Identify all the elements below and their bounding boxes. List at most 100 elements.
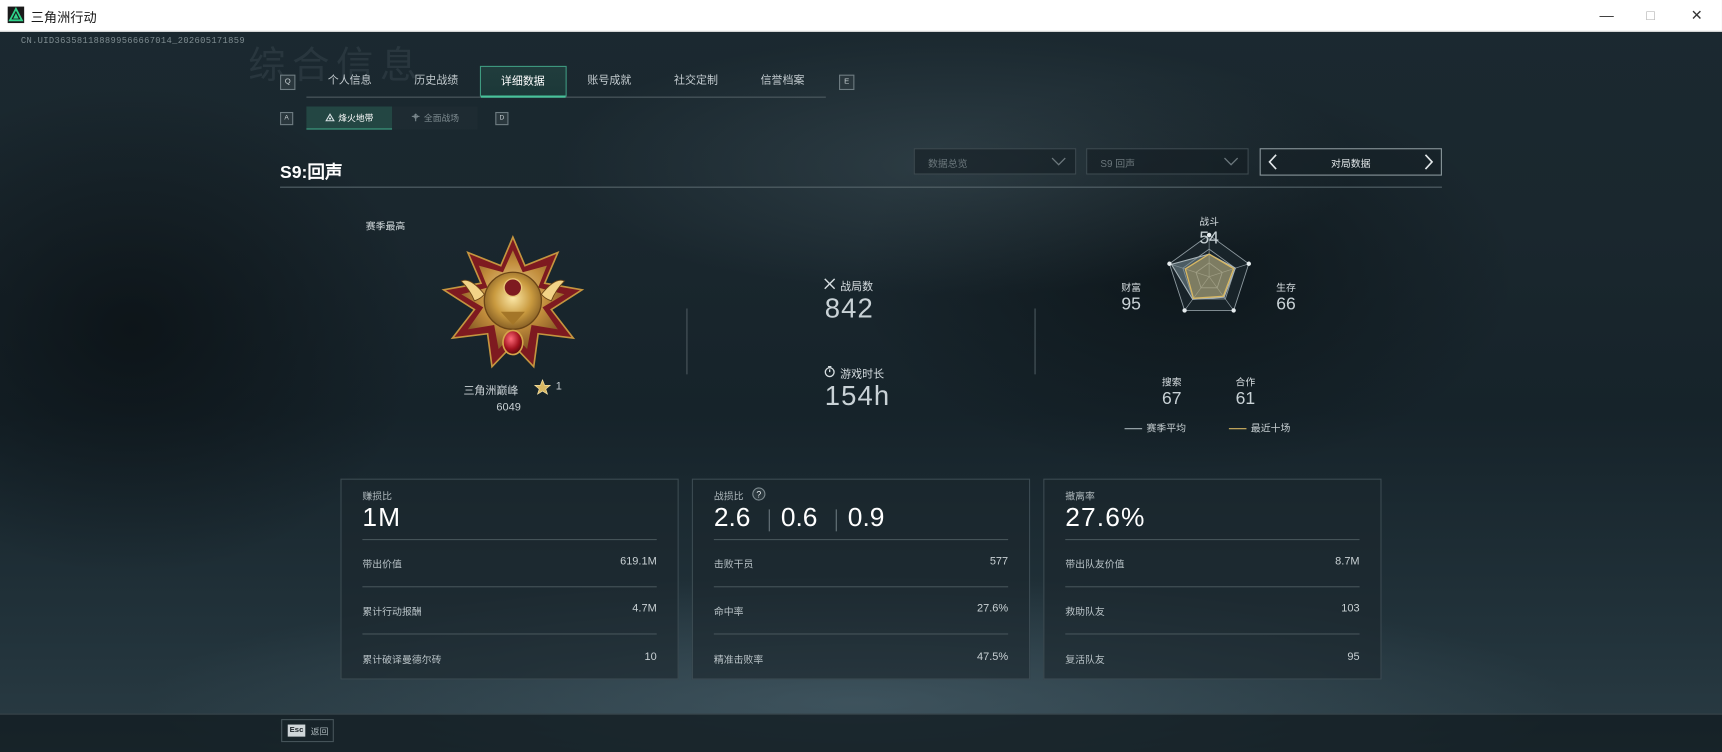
rank-score: 6049 (496, 401, 521, 414)
player-uid: CN.UID363581188899566667014_202605171859 (20, 36, 245, 47)
nav-next-key[interactable]: E (839, 74, 855, 91)
stat-value: 577 (989, 555, 1009, 568)
playtime-value: 154h (824, 380, 891, 412)
stat-value: 10 (644, 650, 657, 664)
tab-havoc-zone[interactable]: 烽火地带 (306, 106, 393, 130)
stat-label: 救助队友 (1065, 605, 1105, 617)
divider (686, 308, 688, 375)
main-tabs: 个人信息 历史战绩 详细数据 账号成就 社交定制 信誉档案 (306, 65, 826, 98)
stat-label: 带出价值 (362, 558, 402, 570)
window-titlebar: 三角洲行动 — □ ✕ (0, 0, 1722, 32)
season-title: S9:回声 (280, 163, 343, 183)
tab-detailed-data[interactable]: 详细数据 (479, 65, 567, 98)
divider (1065, 633, 1360, 635)
kd-value: 2.6 (713, 502, 751, 533)
stat-label: 命中率 (713, 605, 744, 617)
extract-card-title: 撤离率 (1065, 490, 1095, 502)
help-icon[interactable]: ? (752, 487, 766, 501)
tab-history[interactable]: 历史战绩 (393, 66, 480, 97)
legend-recent-ten: 最近十场 (1228, 420, 1290, 434)
divider (1034, 308, 1036, 375)
rank-medal-icon (441, 235, 585, 369)
star-icon (533, 378, 552, 395)
esc-key: Esc (287, 724, 306, 737)
playtime-label: 游戏时长 (840, 368, 885, 381)
radar-axis-point (1246, 261, 1252, 266)
season-best-label: 赛季最高 (365, 220, 406, 232)
radar-value-cooperation: 61 (1235, 389, 1256, 409)
maximize-button[interactable]: □ (1636, 4, 1665, 26)
close-button[interactable]: ✕ (1682, 4, 1711, 26)
stat-value: 47.5% (977, 650, 1009, 664)
radar-label-wealth: 财富 (1121, 282, 1142, 294)
tab-social[interactable]: 社交定制 (653, 66, 740, 97)
stat-value: 4.7M (632, 602, 657, 615)
season-dropdown[interactable]: S9 回声 (1086, 148, 1249, 175)
divider (713, 586, 1009, 588)
chevron-right-icon[interactable] (1421, 153, 1436, 172)
radar-label-search: 搜索 (1161, 376, 1182, 388)
matches-label: 战局数 (840, 281, 874, 294)
chevron-down-icon (1051, 157, 1066, 166)
extract-rate-value: 27.6% (1065, 502, 1146, 533)
data-scope-dropdown[interactable]: 数据总览 (913, 148, 1077, 175)
bottom-bar (0, 713, 1722, 752)
season-dropdown-value: S9 回声 (1100, 158, 1136, 170)
tab-havoc-zone-label: 烽火地带 (338, 113, 374, 123)
crosshair-icon (411, 113, 420, 122)
profit-card-title: 赚损比 (362, 490, 393, 502)
mode-tabs: 烽火地带 全面战场 (306, 106, 478, 130)
chevron-down-icon (1224, 157, 1239, 166)
stat-value: 103 (1341, 602, 1360, 615)
divider (835, 509, 837, 532)
divider (1065, 539, 1360, 541)
nav-prev-key[interactable]: Q (280, 74, 296, 91)
match-data-pager: 对局数据 (1259, 148, 1442, 176)
stat-value: 619.1M (620, 555, 657, 568)
stopwatch-icon (824, 366, 835, 378)
legend-season-average-label: 赛季平均 (1146, 422, 1187, 434)
radar-value-search: 67 (1161, 389, 1182, 409)
tab-warfare[interactable]: 全面战场 (392, 106, 478, 130)
tab-achievements[interactable]: 账号成就 (566, 66, 653, 97)
radar-label-cooperation: 合作 (1235, 376, 1256, 388)
tab-warfare-label: 全面战场 (423, 113, 460, 123)
back-label: 返回 (310, 726, 329, 737)
extract-card: 撤离率 27.6% 带出队友价值 8.7M 救助队友 103 复活队友 95 (1043, 478, 1382, 680)
profit-card: 赚损比 1M 带出价值 619.1M 累计行动报酬 4.7M 累计破译曼德尔砖 … (340, 478, 679, 680)
subnav-next-key[interactable]: D (495, 111, 509, 126)
legend-season-average: 赛季平均 (1124, 420, 1187, 434)
rank-star-count: 1 (555, 380, 562, 394)
stat-value: 95 (1347, 650, 1360, 664)
rank-name: 三角洲巅峰 (463, 385, 519, 398)
stat-value: 8.7M (1335, 555, 1360, 568)
divider (713, 539, 1009, 541)
flame-icon (325, 113, 335, 122)
minimize-button[interactable]: — (1592, 4, 1621, 26)
radar-axis-point (1182, 308, 1187, 313)
data-scope-value: 数据总览 (927, 158, 968, 170)
app-logo-icon (7, 6, 25, 24)
window-title: 三角洲行动 (30, 9, 97, 26)
kd-value: 0.6 (780, 502, 818, 533)
divider (362, 586, 657, 588)
season-divider (280, 186, 1442, 188)
stat-label: 带出队友价值 (1065, 558, 1125, 570)
profit-ratio-value: 1M (362, 502, 402, 533)
tab-profile[interactable]: 个人信息 (306, 66, 393, 97)
divider (713, 633, 1009, 635)
divider (1065, 586, 1360, 588)
combat-card: 战损比 ? 2.6 0.6 0.9 击败干员 577 命中率 27.6% 精准击… (691, 478, 1031, 680)
combat-card-title: 战损比 (713, 490, 744, 502)
radar-axis-point (1167, 261, 1172, 266)
stat-label: 击败干员 (713, 558, 754, 570)
tab-reputation[interactable]: 信誉档案 (739, 66, 826, 97)
radar-label-survival: 生存 (1276, 282, 1296, 294)
stat-label: 复活队友 (1065, 654, 1105, 666)
divider (362, 633, 657, 635)
stat-value: 27.6% (977, 602, 1009, 615)
stat-label: 精准击败率 (713, 654, 764, 666)
subnav-prev-key[interactable]: A (280, 111, 294, 126)
radar-value-survival: 66 (1276, 295, 1296, 314)
game-window: 三角洲行动 — □ ✕ CN.UID363581188899566667014_… (0, 0, 1722, 752)
